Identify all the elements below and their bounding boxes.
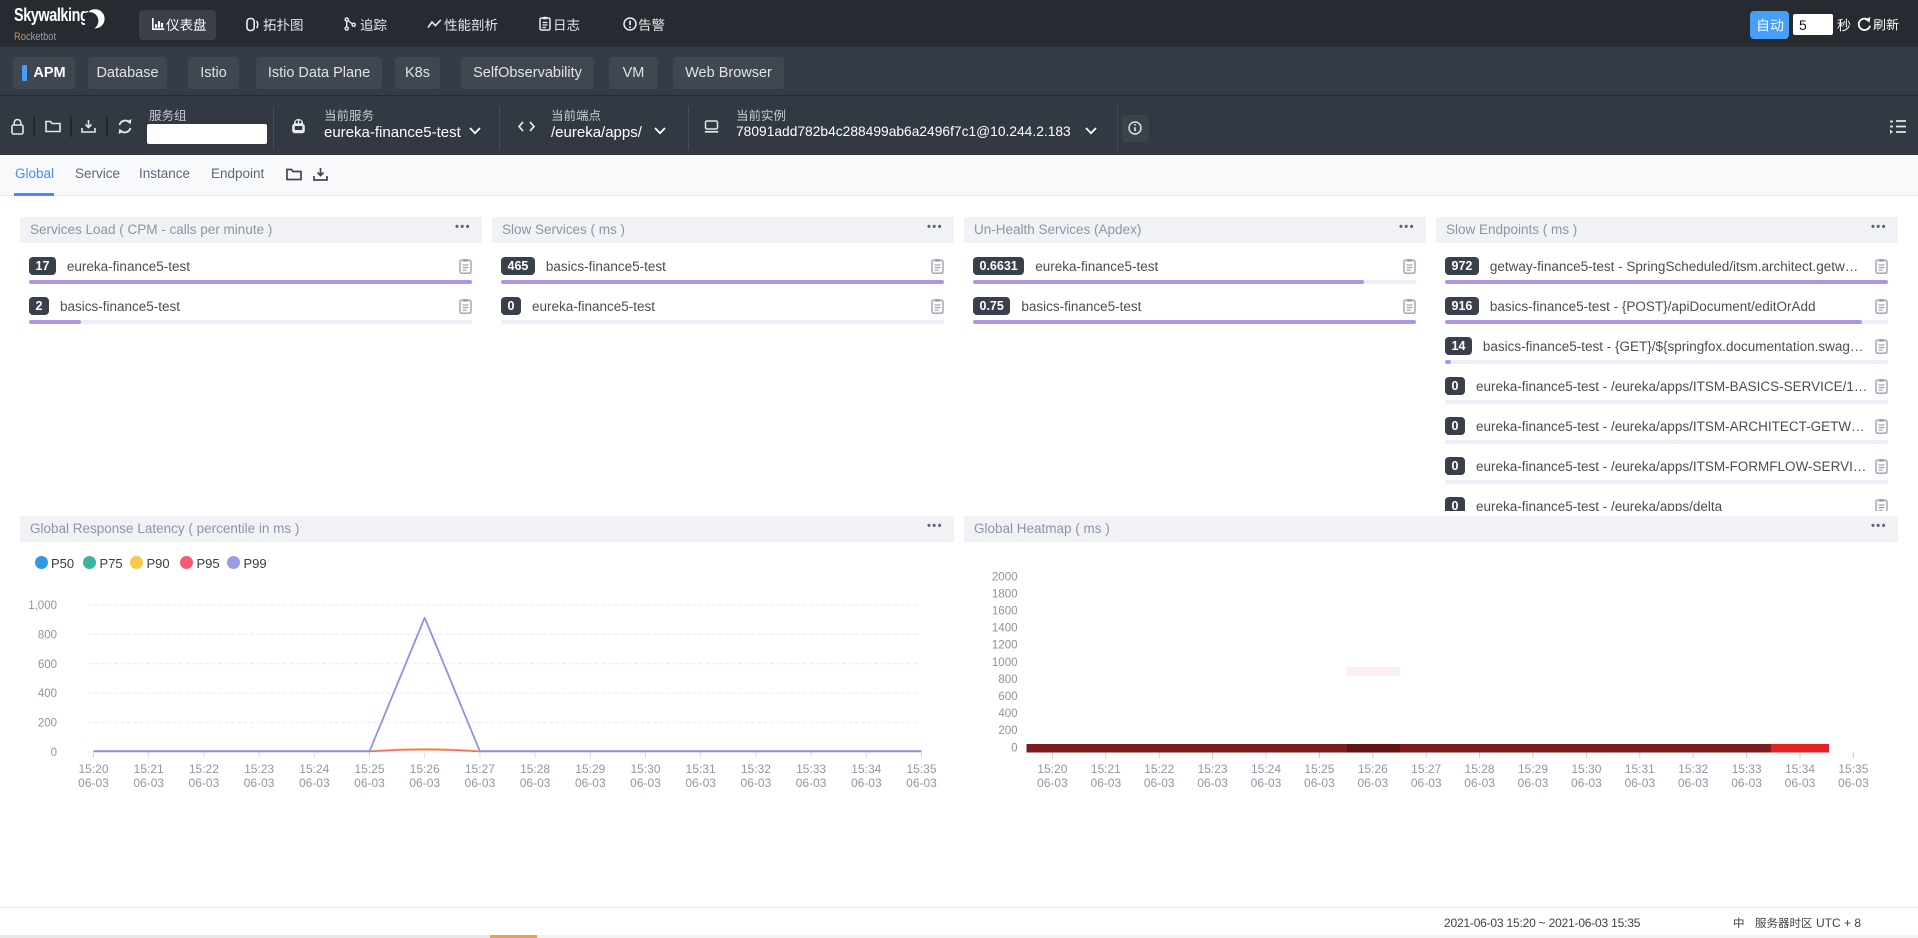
svg-text:15:24: 15:24 (1251, 762, 1281, 776)
svg-text:06-03: 06-03 (1624, 776, 1655, 790)
svg-text:15:29: 15:29 (575, 762, 605, 776)
svg-text:15:28: 15:28 (520, 762, 550, 776)
svg-text:800: 800 (998, 674, 1017, 686)
svg-text:06-03: 06-03 (851, 776, 882, 790)
svg-text:06-03: 06-03 (630, 776, 661, 790)
svg-text:06-03: 06-03 (1357, 776, 1388, 790)
svg-text:15:31: 15:31 (686, 762, 716, 776)
svg-text:15:32: 15:32 (741, 762, 771, 776)
svg-text:15:31: 15:31 (1625, 762, 1655, 776)
svg-text:06-03: 06-03 (1144, 776, 1175, 790)
svg-text:1,000: 1,000 (28, 600, 57, 612)
svg-text:1000: 1000 (992, 657, 1018, 669)
svg-text:06-03: 06-03 (1785, 776, 1816, 790)
svg-text:06-03: 06-03 (741, 776, 772, 790)
svg-text:06-03: 06-03 (133, 776, 164, 790)
svg-text:2000: 2000 (992, 571, 1018, 583)
svg-text:200: 200 (998, 725, 1017, 737)
svg-text:06-03: 06-03 (1464, 776, 1495, 790)
svg-text:0: 0 (51, 747, 57, 759)
svg-text:15:32: 15:32 (1678, 762, 1708, 776)
svg-text:06-03: 06-03 (1731, 776, 1762, 790)
svg-text:15:33: 15:33 (1732, 762, 1762, 776)
svg-text:1600: 1600 (992, 606, 1018, 618)
svg-text:200: 200 (38, 718, 57, 730)
svg-text:15:33: 15:33 (796, 762, 826, 776)
svg-text:15:28: 15:28 (1465, 762, 1495, 776)
svg-text:15:27: 15:27 (1411, 762, 1441, 776)
svg-text:06-03: 06-03 (1304, 776, 1335, 790)
svg-text:15:35: 15:35 (906, 762, 936, 776)
svg-text:15:34: 15:34 (1785, 762, 1815, 776)
svg-text:600: 600 (998, 691, 1017, 703)
svg-text:1400: 1400 (992, 623, 1018, 635)
svg-text:15:34: 15:34 (851, 762, 881, 776)
svg-text:06-03: 06-03 (796, 776, 827, 790)
svg-text:06-03: 06-03 (1197, 776, 1228, 790)
svg-text:15:27: 15:27 (465, 762, 495, 776)
svg-text:06-03: 06-03 (575, 776, 606, 790)
svg-text:400: 400 (38, 688, 57, 700)
svg-text:06-03: 06-03 (685, 776, 716, 790)
svg-text:15:20: 15:20 (78, 762, 108, 776)
svg-text:06-03: 06-03 (465, 776, 496, 790)
svg-text:06-03: 06-03 (1678, 776, 1709, 790)
svg-text:15:20: 15:20 (1037, 762, 1067, 776)
svg-text:06-03: 06-03 (409, 776, 440, 790)
svg-text:06-03: 06-03 (1838, 776, 1869, 790)
svg-text:15:25: 15:25 (1304, 762, 1334, 776)
svg-text:06-03: 06-03 (1090, 776, 1121, 790)
svg-text:15:26: 15:26 (1358, 762, 1388, 776)
svg-text:15:22: 15:22 (189, 762, 219, 776)
svg-text:400: 400 (998, 708, 1017, 720)
svg-text:15:21: 15:21 (1091, 762, 1121, 776)
svg-text:06-03: 06-03 (299, 776, 330, 790)
svg-text:06-03: 06-03 (244, 776, 275, 790)
svg-text:15:35: 15:35 (1838, 762, 1868, 776)
svg-text:06-03: 06-03 (1571, 776, 1602, 790)
svg-text:15:26: 15:26 (410, 762, 440, 776)
svg-text:06-03: 06-03 (906, 776, 937, 790)
svg-text:15:21: 15:21 (134, 762, 164, 776)
svg-text:0: 0 (1011, 742, 1017, 754)
svg-text:15:29: 15:29 (1518, 762, 1548, 776)
svg-text:06-03: 06-03 (1251, 776, 1282, 790)
svg-text:15:23: 15:23 (1198, 762, 1228, 776)
svg-text:15:30: 15:30 (1571, 762, 1601, 776)
svg-text:06-03: 06-03 (1037, 776, 1068, 790)
svg-text:06-03: 06-03 (1518, 776, 1549, 790)
svg-text:15:23: 15:23 (244, 762, 274, 776)
svg-text:1200: 1200 (992, 640, 1018, 652)
svg-text:15:30: 15:30 (630, 762, 660, 776)
svg-text:600: 600 (38, 659, 57, 671)
svg-text:06-03: 06-03 (189, 776, 220, 790)
svg-text:15:22: 15:22 (1144, 762, 1174, 776)
svg-text:15:24: 15:24 (299, 762, 329, 776)
svg-text:06-03: 06-03 (354, 776, 385, 790)
svg-text:06-03: 06-03 (520, 776, 551, 790)
svg-text:1800: 1800 (992, 588, 1018, 600)
svg-text:06-03: 06-03 (78, 776, 109, 790)
svg-text:800: 800 (38, 629, 57, 641)
svg-text:15:25: 15:25 (354, 762, 384, 776)
svg-text:06-03: 06-03 (1411, 776, 1442, 790)
